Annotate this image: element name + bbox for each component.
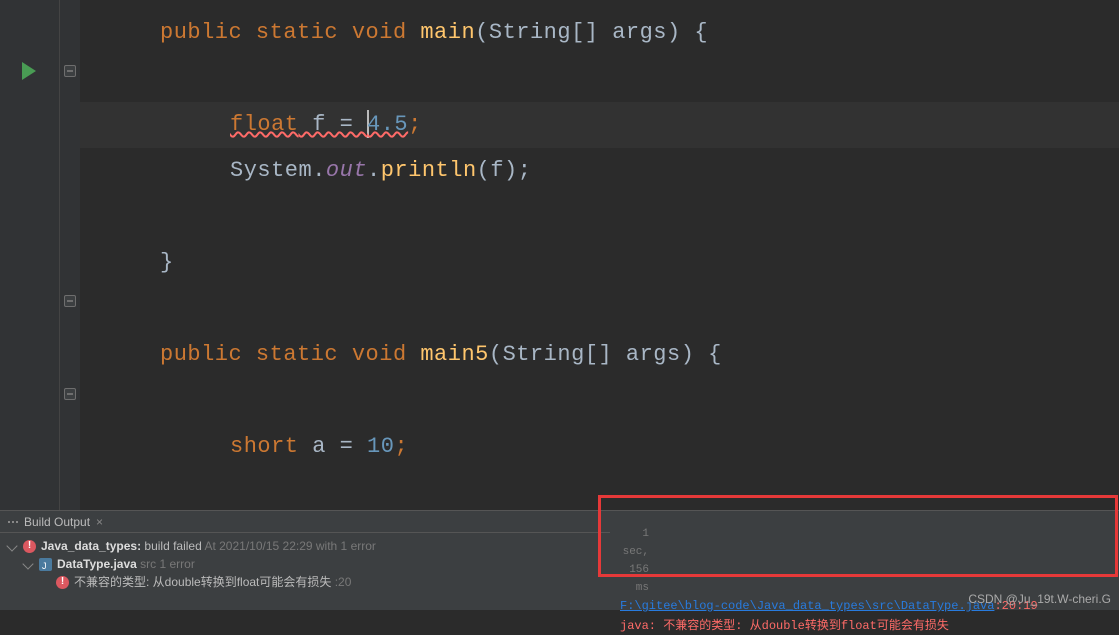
brace: } bbox=[160, 250, 174, 275]
code-line[interactable] bbox=[80, 56, 1119, 102]
chevron-down-icon[interactable] bbox=[22, 558, 33, 569]
panel-tab[interactable]: Build Output × bbox=[0, 511, 610, 533]
tree-root[interactable]: ! Java_data_types: build failed At 2021/… bbox=[8, 537, 602, 555]
method-name: main5 bbox=[420, 342, 489, 367]
fold-region bbox=[60, 0, 80, 510]
error-icon: ! bbox=[23, 540, 36, 553]
code-editor[interactable]: public static void main(String[] args) {… bbox=[0, 0, 1119, 510]
code-line[interactable] bbox=[80, 286, 1119, 332]
code-line[interactable]: public static void main(String[] args) { bbox=[80, 10, 1119, 56]
build-time: At 2021/10/15 22:29 with 1 error bbox=[202, 539, 376, 553]
file-name: DataType.java bbox=[57, 557, 137, 571]
editor-gutter bbox=[0, 0, 60, 510]
error-output-line: java: 不兼容的类型: 从double转换到float可能会有损失 bbox=[620, 617, 1109, 635]
code-line[interactable]: public static void main5(String[] args) … bbox=[80, 332, 1119, 378]
file-status: src 1 error bbox=[137, 557, 195, 571]
number-literal: 4.5 bbox=[367, 112, 408, 137]
semicolon: ; bbox=[394, 434, 408, 459]
java-file-icon bbox=[39, 558, 52, 571]
call-args: (f); bbox=[477, 158, 532, 183]
module-name: Java_data_types: bbox=[41, 539, 141, 553]
error-line: :20 bbox=[331, 575, 351, 589]
keyword: void bbox=[352, 342, 407, 367]
code-line[interactable]: short a = 10; bbox=[80, 424, 1119, 470]
number-literal: 10 bbox=[367, 434, 394, 459]
tree-error[interactable]: ! 不兼容的类型: 从double转换到float可能会有损失 :20 bbox=[8, 573, 602, 591]
file-link[interactable]: F:\gitee\blog-code\Java_data_types\src\D… bbox=[620, 599, 994, 613]
method-name: main bbox=[420, 20, 475, 45]
tree-file[interactable]: DataType.java src 1 error bbox=[8, 555, 602, 573]
error-message: 不兼容的类型: 从double转换到float可能会有损失 bbox=[74, 575, 331, 589]
param-name: args bbox=[626, 342, 681, 367]
type-keyword: float bbox=[230, 112, 299, 137]
keyword: static bbox=[256, 20, 338, 45]
type-keyword: short bbox=[230, 434, 299, 459]
build-tree-panel: Build Output × ! Java_data_types: build … bbox=[0, 511, 610, 610]
code-line[interactable] bbox=[80, 378, 1119, 424]
params: (String[] bbox=[475, 20, 612, 45]
fold-marker-icon[interactable] bbox=[64, 65, 76, 77]
run-icon[interactable] bbox=[22, 62, 36, 80]
fold-marker-icon[interactable] bbox=[64, 388, 76, 400]
keyword: public bbox=[160, 20, 242, 45]
code-line[interactable]: float f = 4.5; bbox=[80, 102, 1119, 148]
error-text: 不兼容的类型: 从double转换到float可能会有损失 bbox=[663, 619, 949, 633]
build-output-panel: Build Output × ! Java_data_types: build … bbox=[0, 510, 1119, 610]
code-line[interactable]: } bbox=[80, 240, 1119, 286]
watermark: CSDN @Ju_19t.W-cheri.G bbox=[968, 592, 1111, 606]
var-decl: f = bbox=[299, 112, 368, 137]
keyword: public bbox=[160, 342, 242, 367]
drag-handle-icon[interactable] bbox=[8, 521, 18, 523]
error-prefix: java: bbox=[620, 619, 663, 633]
fold-marker-icon[interactable] bbox=[64, 295, 76, 307]
params: ) { bbox=[681, 342, 722, 367]
params: ) { bbox=[667, 20, 708, 45]
static-field: out bbox=[326, 158, 367, 183]
method-call: println bbox=[381, 158, 477, 183]
code-content[interactable]: public static void main(String[] args) {… bbox=[80, 0, 1119, 510]
code-line[interactable] bbox=[80, 194, 1119, 240]
code-line[interactable]: System.out.println(f); bbox=[80, 148, 1119, 194]
chevron-down-icon[interactable] bbox=[6, 540, 17, 551]
build-tree[interactable]: ! Java_data_types: build failed At 2021/… bbox=[0, 533, 610, 595]
keyword: void bbox=[352, 20, 407, 45]
params: (String[] bbox=[489, 342, 626, 367]
build-timing: 1 sec, 156 ms bbox=[620, 517, 1109, 597]
keyword: static bbox=[256, 342, 338, 367]
class-ref: System bbox=[230, 158, 312, 183]
param-name: args bbox=[612, 20, 667, 45]
close-icon[interactable]: × bbox=[96, 515, 103, 529]
semicolon: ; bbox=[408, 112, 422, 137]
build-status: build failed bbox=[141, 539, 202, 553]
var-decl: a = bbox=[299, 434, 368, 459]
error-icon: ! bbox=[56, 576, 69, 589]
tab-label: Build Output bbox=[24, 515, 90, 529]
